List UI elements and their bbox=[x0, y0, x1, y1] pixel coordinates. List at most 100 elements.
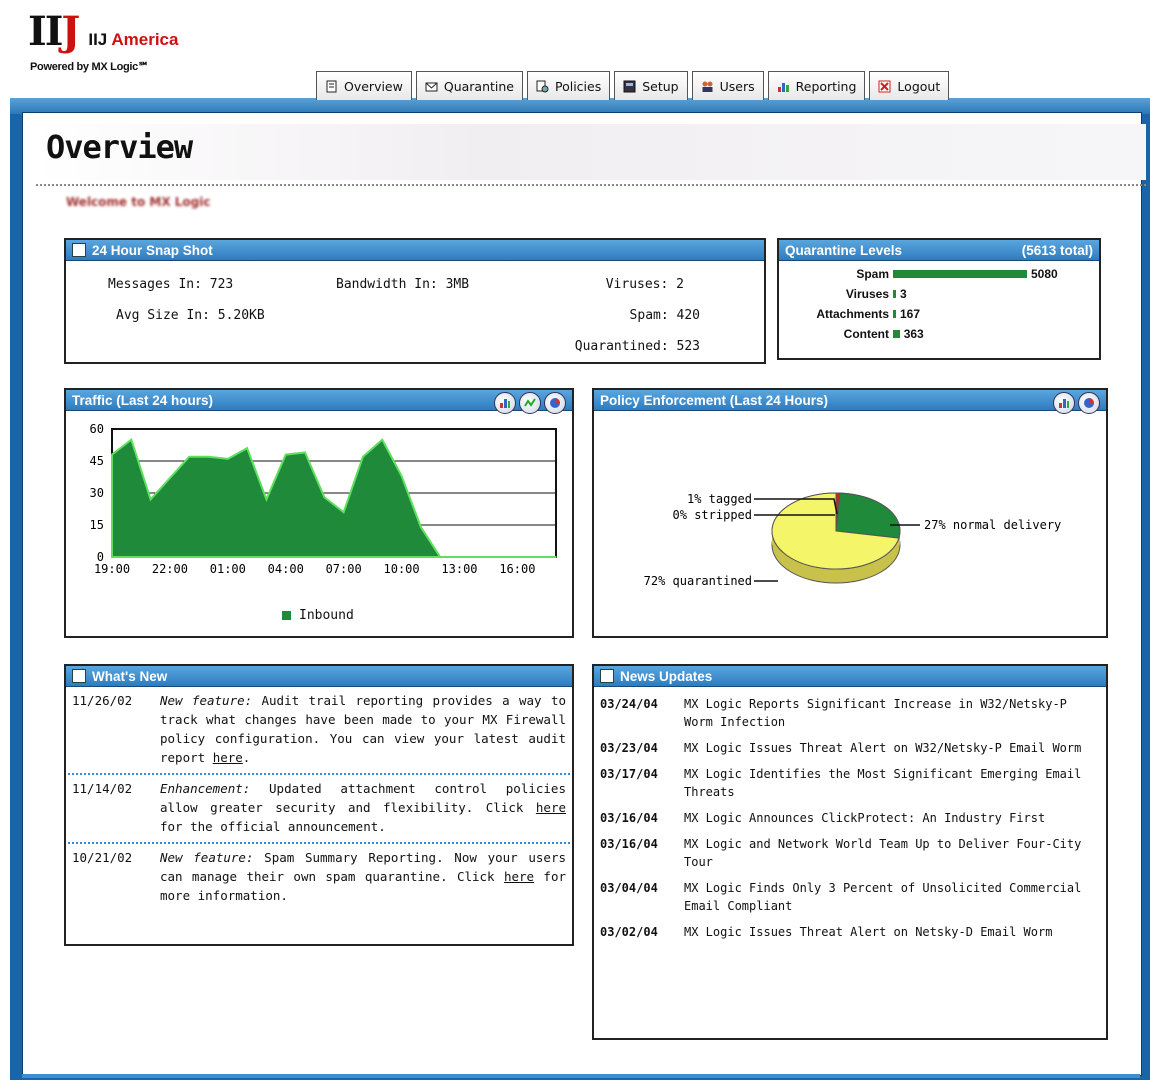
traffic-point bbox=[207, 455, 210, 458]
pie-label: 0% stripped bbox=[673, 508, 752, 522]
news-item[interactable]: 03/04/04 MX Logic Finds Only 3 Percent of… bbox=[594, 877, 1106, 915]
tab-setup[interactable]: Setup bbox=[614, 71, 688, 100]
quarantine-label: Spam bbox=[856, 267, 889, 281]
whats-new-item: 11/26/02 New feature: Audit trail reporti… bbox=[66, 687, 572, 773]
logo-mark-letters: II bbox=[28, 8, 63, 55]
document-icon bbox=[600, 669, 614, 683]
here-link[interactable]: here bbox=[213, 750, 243, 765]
legend-label: Inbound bbox=[299, 608, 354, 623]
tab-policies[interactable]: Policies bbox=[527, 71, 611, 100]
tab-label: Reporting bbox=[795, 78, 857, 94]
pie-chart-icon[interactable] bbox=[1078, 392, 1100, 414]
news-item[interactable]: 03/16/04 MX Logic Announces ClickProtect:… bbox=[594, 807, 1106, 827]
viruses-count: Viruses: 2 bbox=[605, 277, 684, 292]
traffic-point bbox=[535, 556, 538, 558]
powered-by: Powered by MX Logic℠ bbox=[30, 61, 149, 73]
tab-label: Logout bbox=[897, 78, 941, 94]
x-tick-label: 10:00 bbox=[384, 562, 420, 576]
spam-count: Spam: 420 bbox=[629, 308, 700, 323]
y-tick-label: 45 bbox=[90, 454, 104, 468]
whats-new-tag: New feature: bbox=[160, 693, 253, 708]
quarantine-bar bbox=[893, 310, 896, 318]
whats-new-date: 11/26/02 bbox=[72, 693, 133, 708]
tab-label: Overview bbox=[344, 78, 403, 94]
y-tick-label: 15 bbox=[90, 518, 104, 532]
whats-new-tag: Enhancement: bbox=[160, 781, 251, 796]
logo-name: IIJ America bbox=[88, 30, 178, 50]
here-link[interactable]: here bbox=[504, 869, 534, 884]
traffic-header: Traffic (Last 24 hours) bbox=[66, 390, 572, 414]
news-date: 03/17/04 bbox=[600, 767, 658, 781]
news-date: 03/02/04 bbox=[600, 925, 658, 939]
brand-logo: IIJ IIJ America bbox=[28, 8, 178, 55]
title-divider bbox=[36, 184, 1146, 186]
tab-overview[interactable]: Overview bbox=[316, 71, 412, 100]
news-date: 03/24/04 bbox=[600, 697, 658, 711]
pie-chart-icon[interactable] bbox=[544, 392, 566, 414]
logout-icon bbox=[878, 80, 891, 93]
traffic-point bbox=[555, 556, 557, 558]
news-item[interactable]: 03/02/04 MX Logic Issues Threat Alert on … bbox=[594, 921, 1106, 941]
traffic-title: Traffic (Last 24 hours) bbox=[72, 392, 214, 408]
news-date: 03/23/04 bbox=[600, 741, 658, 755]
quarantine-label: Attachments bbox=[816, 307, 889, 321]
whats-new-list: 11/26/02 New feature: Audit trail reporti… bbox=[66, 687, 572, 911]
messages-in: Messages In: 723 bbox=[108, 277, 234, 292]
traffic-point bbox=[400, 475, 403, 477]
whats-new-item: 10/21/02 New feature: Spam Summary Report… bbox=[66, 844, 572, 911]
whats-new-tag: New feature: bbox=[160, 850, 254, 865]
line-chart-icon[interactable] bbox=[519, 392, 541, 414]
news-item[interactable]: 03/23/04 MX Logic Issues Threat Alert on … bbox=[594, 737, 1106, 757]
here-link[interactable]: here bbox=[536, 800, 566, 815]
footer-line bbox=[22, 1074, 1140, 1078]
traffic-point bbox=[111, 453, 113, 456]
quarantine-row: Attachments 167 bbox=[785, 307, 920, 321]
traffic-point bbox=[246, 447, 248, 449]
tab-reporting[interactable]: Reporting bbox=[767, 71, 866, 100]
tab-logout[interactable]: Logout bbox=[869, 71, 950, 100]
policy-header: Policy Enforcement (Last 24 Hours) bbox=[594, 390, 1106, 414]
snapshot-icon bbox=[72, 243, 86, 257]
traffic-chart: 01530456019:00 22:00 01:00 04:00 07:00 10:00 1… bbox=[90, 422, 557, 576]
users-icon bbox=[701, 80, 714, 93]
x-tick-label: 16:00 bbox=[499, 562, 535, 576]
tab-label: Setup bbox=[642, 78, 679, 94]
traffic-point bbox=[477, 556, 480, 558]
news-headline[interactable]: MX Logic Reports Significant Increase in… bbox=[684, 695, 1084, 731]
tab-users[interactable]: Users bbox=[691, 71, 764, 100]
quarantine-row: Content 363 bbox=[785, 327, 924, 341]
whats-new-item: 11/14/02 Enhancement: Updated attachment … bbox=[66, 775, 572, 842]
news-headline[interactable]: MX Logic Announces ClickProtect: An Indu… bbox=[684, 809, 1084, 827]
quarantine-label: Content bbox=[843, 327, 889, 341]
news-item[interactable]: 03/24/04 MX Logic Reports Significant Inc… bbox=[594, 693, 1106, 731]
bar-chart-icon[interactable] bbox=[1053, 392, 1075, 414]
news-headline[interactable]: MX Logic Issues Threat Alert on W32/Nets… bbox=[684, 739, 1084, 757]
snapshot-panel: 24 Hour Snap Shot Messages In: 723 Avg S… bbox=[64, 238, 766, 364]
snapshot-header: 24 Hour Snap Shot bbox=[66, 240, 764, 261]
news-item[interactable]: 03/16/04 MX Logic and Network World Team … bbox=[594, 833, 1106, 871]
news-headline[interactable]: MX Logic Finds Only 3 Percent of Unsolic… bbox=[684, 879, 1084, 915]
whats-new-text: New feature: Audit trail reporting provi… bbox=[160, 693, 566, 765]
news-item[interactable]: 03/17/04 MX Logic Identifies the Most Sig… bbox=[594, 763, 1106, 801]
news-headline[interactable]: MX Logic and Network World Team Up to De… bbox=[684, 835, 1084, 871]
x-tick-label: 19:00 bbox=[94, 562, 130, 576]
quarantine-bar bbox=[893, 290, 896, 298]
news-headline[interactable]: MX Logic Identifies the Most Significant… bbox=[684, 765, 1084, 801]
quarantine-levels-title: Quarantine Levels bbox=[785, 242, 903, 258]
quarantine-value: 363 bbox=[903, 327, 924, 341]
news-title: News Updates bbox=[620, 668, 713, 684]
tab-label: Policies bbox=[555, 78, 602, 94]
x-tick-label: 01:00 bbox=[210, 562, 246, 576]
x-tick-label: 04:00 bbox=[268, 562, 304, 576]
y-tick-label: 60 bbox=[90, 422, 104, 436]
envelope-icon bbox=[425, 80, 438, 93]
tab-quarantine[interactable]: Quarantine bbox=[415, 71, 523, 100]
pie-label: 72% quarantined bbox=[644, 574, 752, 588]
avg-size-in: Avg Size In: 5.20KB bbox=[116, 308, 265, 323]
setup-icon bbox=[623, 80, 636, 93]
bar-chart-icon[interactable] bbox=[494, 392, 516, 414]
whats-new-date: 10/21/02 bbox=[72, 850, 133, 865]
welcome-text: Welcome to MX Logic bbox=[66, 195, 211, 209]
news-headline[interactable]: MX Logic Issues Threat Alert on Netsky-D… bbox=[684, 923, 1084, 941]
traffic-point bbox=[342, 511, 345, 513]
